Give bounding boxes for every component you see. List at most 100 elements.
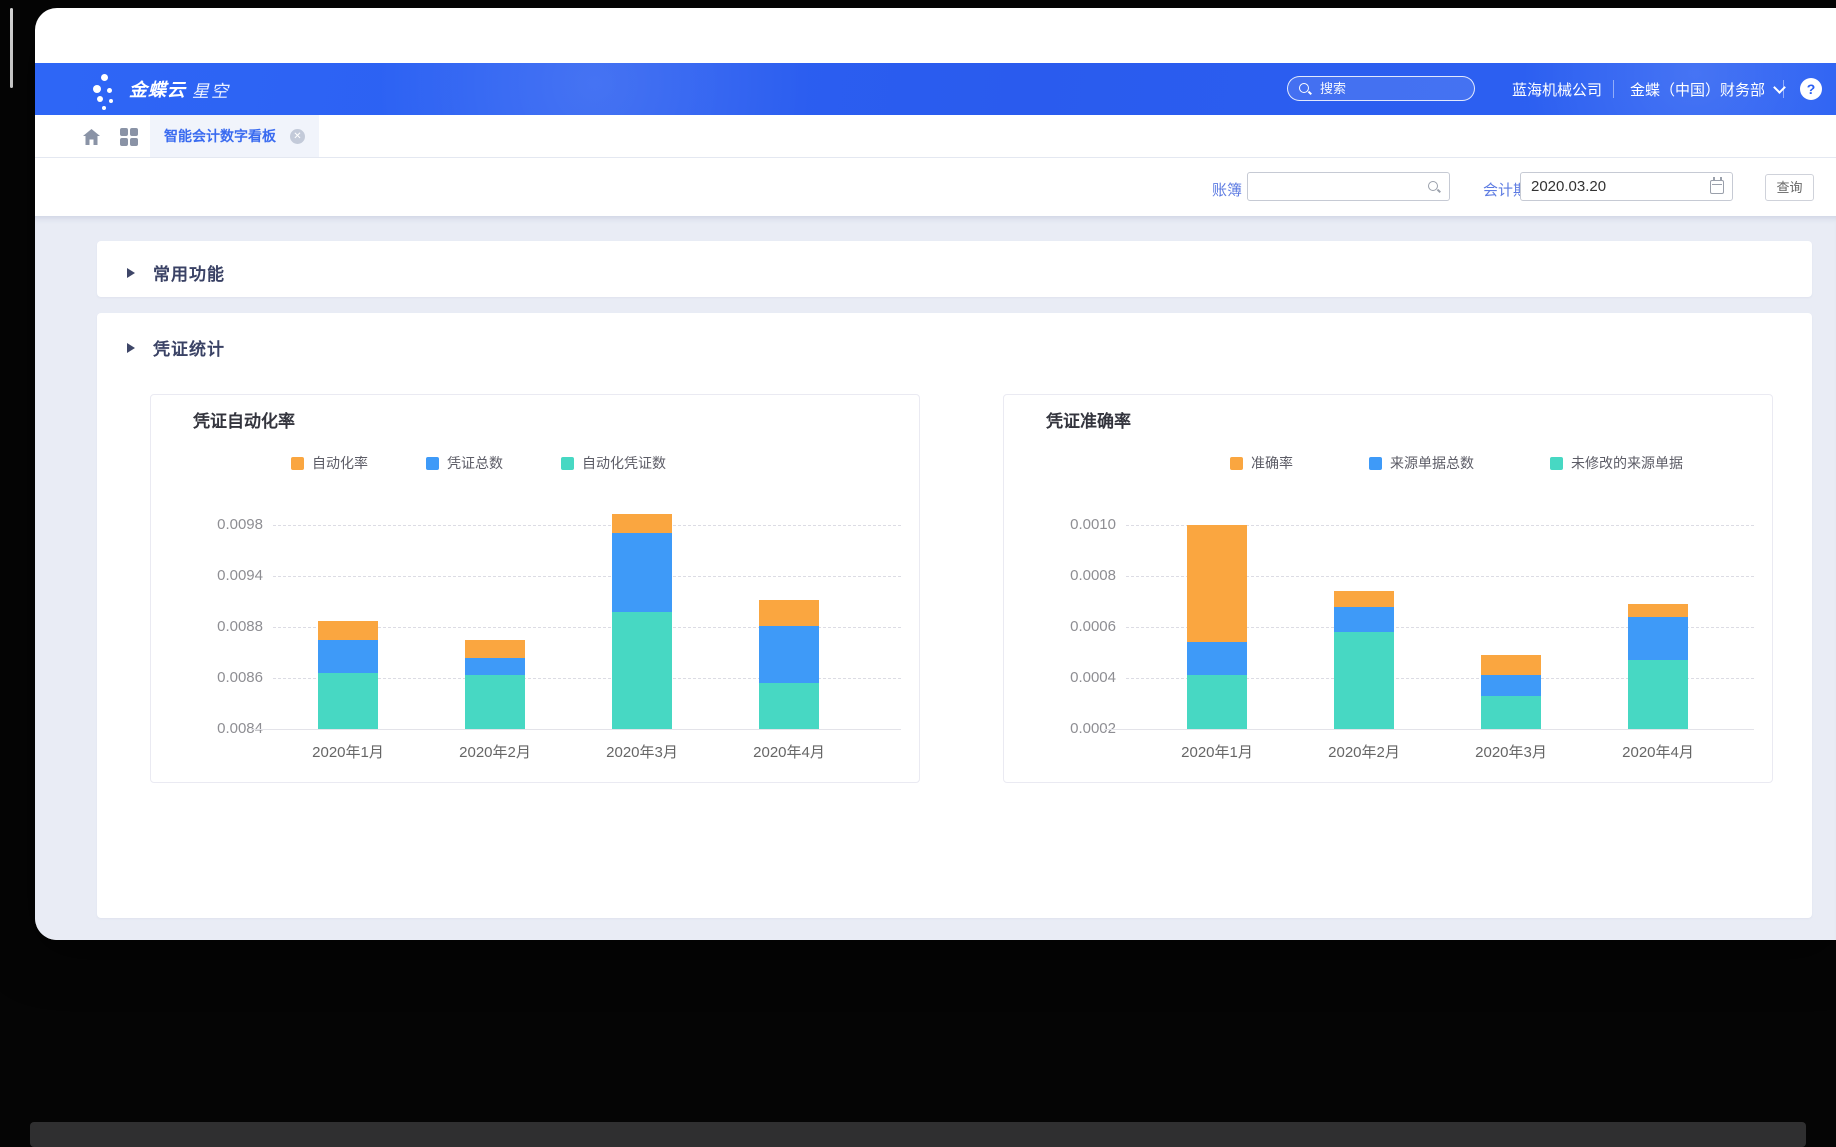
legend-item[interactable]: 自动化率: [291, 453, 368, 473]
company-name[interactable]: 蓝海机械公司: [1512, 63, 1602, 115]
bar-segment-自动化率[interactable]: [759, 600, 819, 626]
logo-text: 金蝶云: [129, 76, 186, 102]
caret-right-icon[interactable]: [127, 343, 135, 353]
bar-segment-未修改的来源单据[interactable]: [1334, 632, 1394, 729]
y-axis-tick: 0.0098: [163, 516, 263, 533]
legend-label: 准确率: [1251, 453, 1293, 473]
legend-item[interactable]: 未修改的来源单据: [1550, 453, 1683, 473]
bar-segment-来源单据总数[interactable]: [1628, 617, 1688, 660]
x-axis-tick: 2020年3月: [1446, 741, 1576, 762]
bar-segment-准确率[interactable]: [1187, 525, 1247, 642]
bar-segment-未修改的来源单据[interactable]: [1481, 696, 1541, 729]
bar-segment-凭证总数[interactable]: [318, 640, 378, 673]
tab-bar: 智能会计数字看板 ✕: [35, 115, 1836, 158]
book-input-field[interactable]: [1256, 177, 1427, 196]
calendar-icon[interactable]: [1710, 180, 1724, 194]
bar-segment-准确率[interactable]: [1481, 655, 1541, 675]
y-axis-tick: 0.0002: [1016, 720, 1116, 737]
bar-segment-自动化凭证数[interactable]: [318, 673, 378, 729]
help-button[interactable]: ?: [1800, 78, 1822, 100]
book-input[interactable]: [1247, 172, 1450, 201]
bar-segment-来源单据总数[interactable]: [1334, 607, 1394, 633]
y-axis-tick: 0.0086: [163, 669, 263, 686]
apps-menu-button[interactable]: [118, 126, 140, 148]
y-axis-tick: 0.0084: [163, 720, 263, 737]
common-functions-card: 常用功能: [97, 241, 1812, 297]
screen: 金蝶云 星空 蓝海机械公司 金蝶（中国）财务部 ?: [0, 0, 1836, 1147]
y-axis-tick: 0.0008: [1016, 567, 1116, 584]
x-axis-tick: 2020年2月: [430, 741, 560, 762]
legend-item[interactable]: 自动化凭证数: [561, 453, 666, 473]
chart-accuracy-rate: 凭证准确率 准确率 来源单据总数 未修改的来源单据 0.0002 0.0004 0.000…: [1003, 394, 1773, 783]
voucher-statistics-card: 凭证统计 凭证自动化率 自动化率 凭证总数 自动化凭证数 0.0084 0.0086 0.…: [97, 313, 1812, 918]
bar-segment-自动化凭证数[interactable]: [759, 683, 819, 729]
background-accent-line: [10, 8, 13, 88]
legend-label: 来源单据总数: [1390, 453, 1474, 473]
legend-label: 自动化率: [312, 453, 368, 473]
tab-dashboard[interactable]: 智能会计数字看板 ✕: [150, 115, 319, 157]
bar-segment-来源单据总数[interactable]: [1187, 642, 1247, 675]
chart-title: 凭证自动化率: [193, 407, 295, 432]
app-header: 金蝶云 星空 蓝海机械公司 金蝶（中国）财务部 ?: [35, 63, 1836, 115]
x-axis-tick: 2020年1月: [1152, 741, 1282, 762]
query-button[interactable]: 查询: [1765, 174, 1814, 201]
legend-label: 未修改的来源单据: [1571, 453, 1683, 473]
bar-segment-未修改的来源单据[interactable]: [1628, 660, 1688, 729]
legend-swatch-icon: [1369, 457, 1382, 470]
tab-label: 智能会计数字看板: [164, 126, 276, 146]
voucher-statistics-header[interactable]: 凭证统计: [127, 335, 225, 360]
home-button[interactable]: [80, 126, 102, 148]
book-search-icon[interactable]: [1427, 180, 1441, 194]
x-axis-line: [1104, 729, 1754, 730]
period-input-field[interactable]: [1529, 177, 1710, 196]
user-org-label: 金蝶（中国）财务部: [1630, 79, 1765, 100]
header-divider: [1613, 80, 1614, 98]
legend-swatch-icon: [426, 457, 439, 470]
bar-segment-自动化凭证数[interactable]: [612, 612, 672, 729]
tab-close-icon[interactable]: ✕: [290, 129, 305, 144]
bar-segment-凭证总数[interactable]: [612, 533, 672, 612]
global-search[interactable]: [1287, 76, 1475, 101]
x-axis-tick: 2020年2月: [1299, 741, 1429, 762]
bar-segment-准确率[interactable]: [1628, 604, 1688, 617]
bar-segment-自动化凭证数[interactable]: [465, 675, 525, 729]
bar-segment-自动化率[interactable]: [318, 621, 378, 640]
header-decoration: [335, 63, 855, 115]
user-org-menu[interactable]: 金蝶（中国）财务部: [1630, 63, 1784, 115]
legend-label: 自动化凭证数: [582, 453, 666, 473]
bar-segment-来源单据总数[interactable]: [1481, 675, 1541, 695]
bar-segment-自动化率[interactable]: [612, 514, 672, 533]
legend-item[interactable]: 来源单据总数: [1369, 453, 1474, 473]
chart-automation-rate: 凭证自动化率 自动化率 凭证总数 自动化凭证数 0.0084 0.0086 0.0088 0…: [150, 394, 920, 783]
x-axis-tick: 2020年1月: [283, 741, 413, 762]
caret-right-icon[interactable]: [127, 268, 135, 278]
help-icon: ?: [1807, 81, 1816, 97]
bar-segment-未修改的来源单据[interactable]: [1187, 675, 1247, 729]
y-axis-tick: 0.0004: [1016, 669, 1116, 686]
bar-segment-自动化率[interactable]: [465, 640, 525, 658]
bar-segment-凭证总数[interactable]: [759, 626, 819, 683]
chart-title: 凭证准确率: [1046, 407, 1131, 432]
global-search-input[interactable]: [1318, 80, 1458, 97]
legend-item[interactable]: 凭证总数: [426, 453, 503, 473]
legend-swatch-icon: [1550, 457, 1563, 470]
legend-swatch-icon: [1230, 457, 1243, 470]
bar-segment-准确率[interactable]: [1334, 591, 1394, 606]
x-axis-tick: 2020年4月: [724, 741, 854, 762]
book-label: 账簿: [1212, 179, 1242, 200]
section-title: 凭证统计: [153, 335, 225, 360]
gridline: [273, 576, 901, 577]
bar-segment-凭证总数[interactable]: [465, 658, 525, 676]
dashboard-content: 常用功能 凭证统计 凭证自动化率 自动化率 凭证总数 自动化凭证数 0.0084 0.0…: [35, 216, 1836, 940]
logo-dots-icon: [93, 69, 119, 109]
common-functions-header[interactable]: 常用功能: [127, 260, 225, 285]
y-axis-tick: 0.0006: [1016, 618, 1116, 635]
legend-item[interactable]: 准确率: [1230, 453, 1293, 473]
kingdee-logo[interactable]: 金蝶云 星空: [93, 69, 230, 109]
x-axis-tick: 2020年4月: [1593, 741, 1723, 762]
app-window: 金蝶云 星空 蓝海机械公司 金蝶（中国）财务部 ?: [35, 8, 1836, 940]
gridline: [273, 525, 901, 526]
home-icon: [82, 128, 101, 146]
y-axis-tick: 0.0088: [163, 618, 263, 635]
period-input[interactable]: [1520, 172, 1733, 201]
